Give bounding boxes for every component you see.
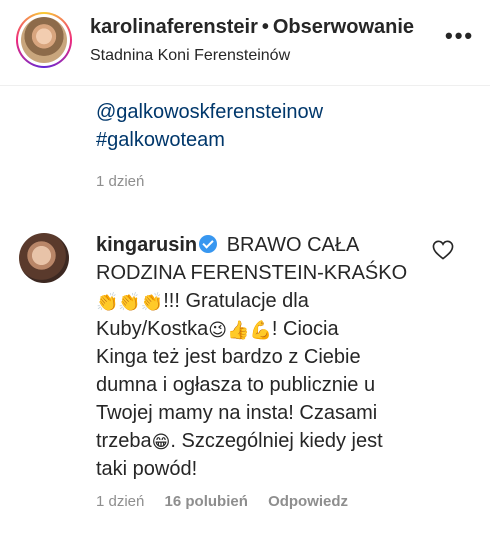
hashtag-link[interactable]: #galkowoteam bbox=[96, 126, 323, 154]
clapping-hands-icon: 👏👏👏 bbox=[96, 292, 164, 312]
commenter-username[interactable]: kingarusin bbox=[96, 234, 197, 256]
profile-photo bbox=[21, 17, 67, 63]
comment-meta: 1 dzień 16 polubień Odpowiedz bbox=[96, 493, 364, 510]
previous-comment-text: @galkowoskferensteinow #galkowoteam bbox=[96, 98, 323, 154]
separator-dot: • bbox=[261, 16, 269, 38]
header-divider bbox=[0, 85, 490, 86]
wink-thumbs-muscle-icon: 😉👍💪 bbox=[208, 320, 272, 340]
previous-comment-time[interactable]: 1 dzień bbox=[96, 173, 144, 190]
likes-count[interactable]: 16 polubień bbox=[165, 493, 248, 510]
profile-avatar[interactable] bbox=[16, 12, 72, 68]
reply-button[interactable]: Odpowiedz bbox=[268, 493, 348, 510]
mention-link[interactable]: @galkowoskferensteinow bbox=[96, 98, 323, 126]
grinning-face-icon: 😁 bbox=[151, 432, 171, 452]
more-dots-icon[interactable]: ••• bbox=[445, 25, 474, 47]
follow-button[interactable]: Obserwowanie bbox=[273, 16, 414, 38]
heart-icon[interactable] bbox=[432, 240, 454, 260]
location-link[interactable]: Stadnina Koni Ferensteinów bbox=[90, 47, 290, 65]
commenter-avatar[interactable] bbox=[19, 233, 69, 283]
post-header: karolinaferensteir • Obserwowanie Stadnina… bbox=[0, 0, 490, 84]
comment-text: kingarusin BRAWO CAŁA RODZINA FERENSTEIN… bbox=[96, 234, 408, 480]
comment-time[interactable]: 1 dzień bbox=[96, 493, 144, 510]
verified-badge-icon bbox=[199, 235, 218, 253]
profile-username[interactable]: karolinaferensteir bbox=[90, 16, 258, 38]
